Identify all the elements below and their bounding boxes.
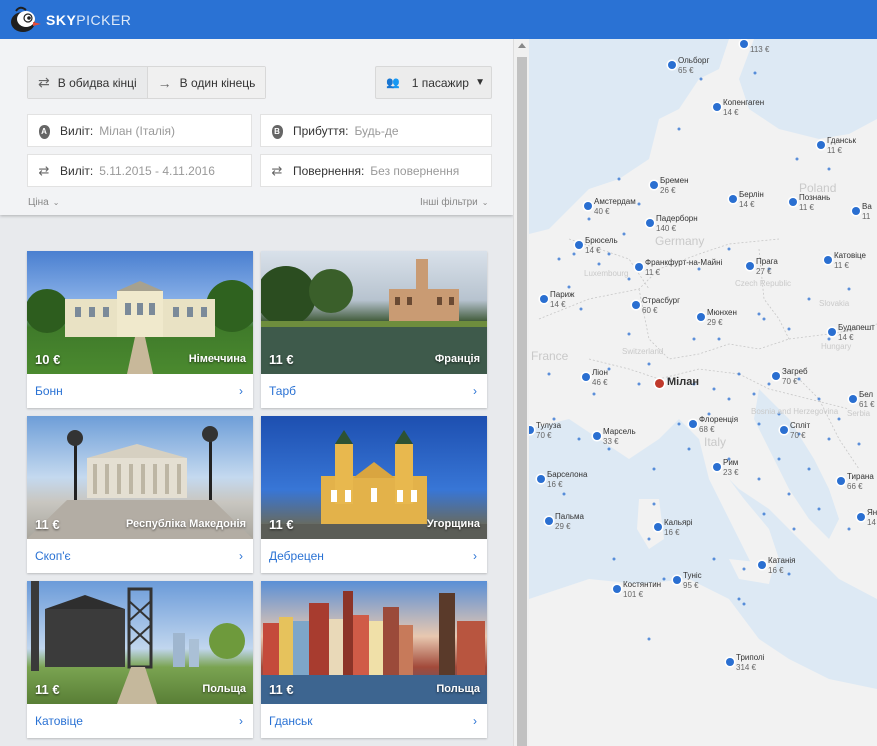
card-link[interactable]: Тарб › [261, 374, 487, 408]
passengers-select[interactable]: 👥 1 пасажир ▼ [375, 66, 492, 99]
mascot-logo-icon [8, 5, 42, 35]
destination-photo: 11 € Франція [261, 251, 487, 374]
arrow-right-icon: → [157, 74, 172, 91]
sidebar-scrollbar[interactable] [513, 39, 529, 746]
map-region-label: Switzerland [622, 347, 664, 356]
chevron-right-icon: › [239, 384, 243, 398]
other-filters[interactable]: Інші фільтри ⌄ [420, 197, 488, 208]
card-link[interactable]: Катовіце › [27, 704, 253, 738]
departure-field[interactable]: A Виліт: Мілан (Італія) [27, 114, 252, 147]
card-link[interactable]: Дебрецен › [261, 539, 487, 573]
destination-card[interactable]: 10 € Німеччина Бонн › [27, 251, 253, 408]
logo-text: SKYPICKER [46, 12, 132, 28]
chevron-down-icon: ⌄ [52, 198, 60, 207]
return-dates-field[interactable]: ⇄ Повернення: Без повернення [260, 154, 492, 187]
map-region-label: Luxembourg [584, 269, 629, 278]
pin-b-icon: B [269, 122, 285, 139]
destination-card[interactable]: 11 € Республіка Македонія Скоп'є › [27, 416, 253, 573]
destination-card[interactable]: 11 € Франція Тарб › [261, 251, 487, 408]
people-icon: 👥 [386, 77, 400, 89]
arrival-field[interactable]: B Прибуття: Будь-де [260, 114, 492, 147]
trip-type-toggle: ⇄ В обидва кінці → В один кінець [27, 66, 267, 99]
top-bar: SKYPICKER [0, 0, 877, 39]
map-region-label: Czech Republic [735, 279, 792, 288]
search-panel: ⇄ В обидва кінці → В один кінець 👥 1 пас… [0, 39, 513, 215]
sidebar: ⇄ В обидва кінці → В один кінець 👥 1 пас… [0, 39, 529, 746]
destination-photo: 11 € Угорщина [261, 416, 487, 539]
map-region-label: Germany [655, 234, 705, 248]
map-region-label: France [531, 349, 569, 363]
map-region-label: Serbia [847, 409, 871, 418]
destinations-map[interactable]: Poland Germany Czech Republic Slovakia H… [529, 39, 877, 746]
chevron-right-icon: › [239, 549, 243, 563]
chevron-down-icon: ⌄ [481, 198, 489, 207]
card-link[interactable]: Скоп'є › [27, 539, 253, 573]
price-filter[interactable]: Ціна ⌄ [28, 197, 59, 208]
chevron-down-icon: ▼ [475, 77, 485, 88]
pin-a-icon: A [36, 122, 52, 139]
destination-photo: 10 € Німеччина [27, 251, 253, 374]
map-region-label: Italy [704, 435, 727, 449]
map-region-label: Bosnia and Herzegovina [751, 407, 839, 416]
card-link[interactable]: Гданськ › [261, 704, 487, 738]
scrollbar-thumb[interactable] [517, 57, 527, 746]
map-region-label: Hungary [821, 342, 852, 351]
map-region-label: Slovakia [819, 299, 850, 308]
skypicker-logo[interactable]: SKYPICKER [8, 5, 131, 35]
one-way-button[interactable]: → В один кінець [146, 67, 266, 98]
return-trip-button[interactable]: ⇄ В обидва кінці [28, 67, 147, 98]
chevron-right-icon: › [473, 384, 477, 398]
destination-card[interactable]: 11 € Угорщина Дебрецен › [261, 416, 487, 573]
home-marker-icon [655, 379, 664, 388]
departure-dates-field[interactable]: ⇄ Виліт: 5.11.2015 - 4.11.2016 [27, 154, 252, 187]
card-link[interactable]: Бонн › [27, 374, 253, 408]
chevron-right-icon: › [473, 549, 477, 563]
swap-arrows-icon: ⇄ [271, 162, 283, 178]
chevron-right-icon: › [473, 714, 477, 728]
chevron-right-icon: › [239, 714, 243, 728]
destination-card[interactable]: 11 € Польща Гданськ › [261, 581, 487, 738]
scroll-up-arrow-icon[interactable] [518, 43, 526, 48]
swap-arrows-icon: ⇄ [38, 74, 50, 90]
destination-card[interactable]: 11 € Польща Катовіце › [27, 581, 253, 738]
destination-photo: 11 € Польща [27, 581, 253, 704]
destination-photo: 11 € Польща [261, 581, 487, 704]
swap-arrows-icon: ⇄ [38, 162, 50, 178]
destination-photo: 11 € Республіка Македонія [27, 416, 253, 539]
